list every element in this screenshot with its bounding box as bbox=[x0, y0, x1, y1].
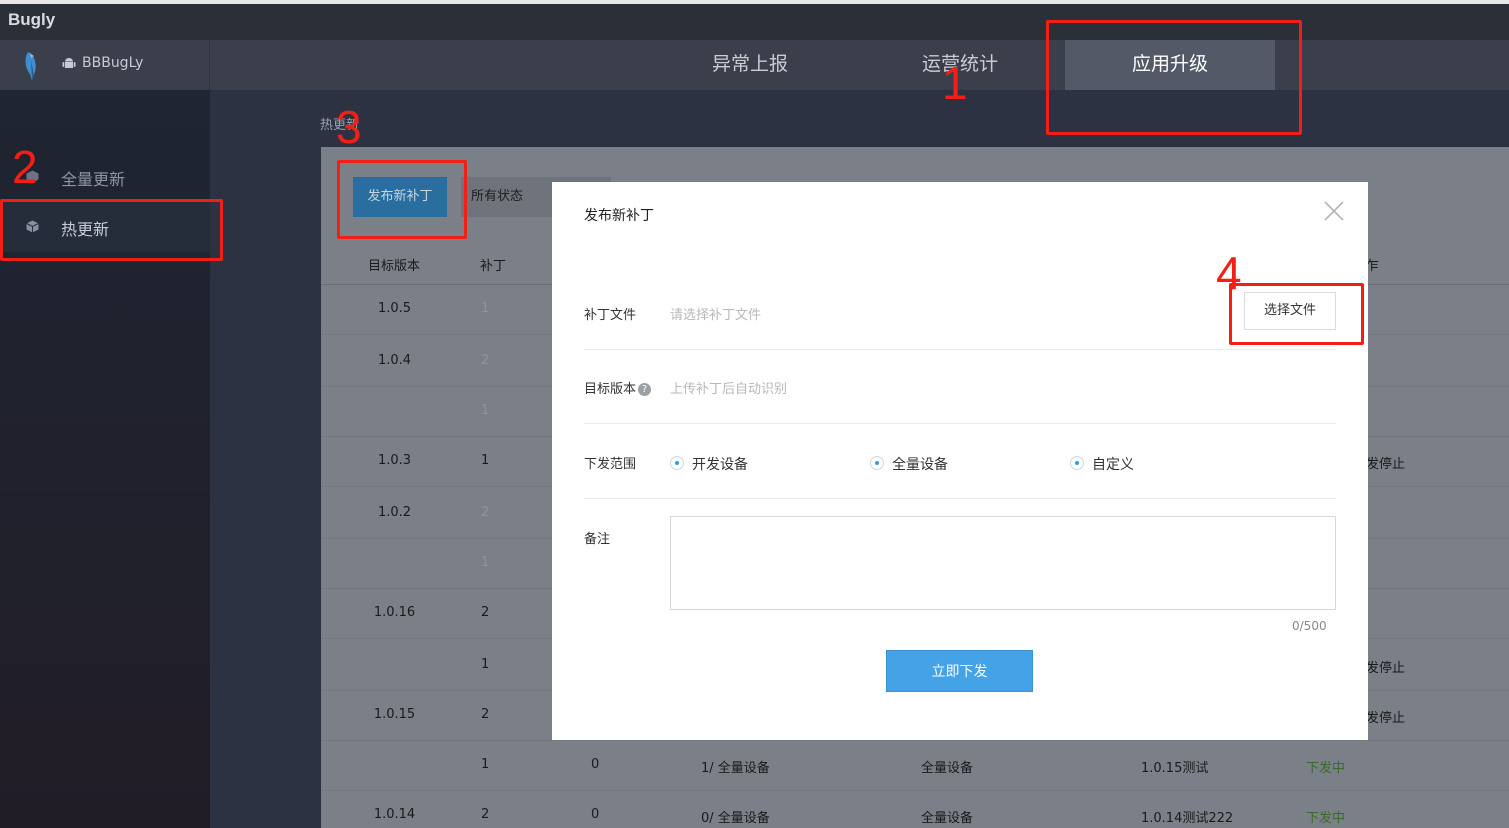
note-textarea[interactable] bbox=[670, 516, 1336, 610]
cell-patch: 1 bbox=[481, 403, 490, 418]
cell-pushed: 1/ 全量设备 bbox=[701, 761, 770, 776]
annotation-box-1 bbox=[1046, 20, 1302, 135]
cell-range: 全量设备 bbox=[921, 811, 974, 826]
cell-target-version: 1.0.14 bbox=[373, 807, 416, 822]
sidebar-item-label: 全量更新 bbox=[61, 170, 126, 189]
cell-patch: 1 bbox=[481, 555, 490, 570]
divider bbox=[584, 349, 1336, 350]
annotation-number-1: 1 bbox=[942, 57, 968, 109]
cell-count: 0 bbox=[591, 757, 600, 772]
cell-count: 0 bbox=[591, 807, 600, 822]
annotation-number-3: 3 bbox=[336, 101, 362, 153]
cell-patch: 2 bbox=[481, 505, 490, 520]
patch-file-placeholder: 请选择补丁文件 bbox=[670, 308, 762, 323]
radio-label: 自定义 bbox=[1092, 457, 1134, 473]
cell-patch: 1 bbox=[481, 757, 490, 772]
publish-patch-dialog: 发布新补丁 补丁文件 请选择补丁文件 选择文件 目标版本? 上传补丁后自动识别 … bbox=[552, 182, 1368, 740]
publish-now-button[interactable]: 立即下发 bbox=[886, 650, 1033, 692]
table-row[interactable]: 1.0.14 2 0 0/ 全量设备 全量设备 1.0.14测试222 下发中 bbox=[321, 791, 1509, 828]
annotation-box-3 bbox=[337, 160, 467, 239]
note-label: 备注 bbox=[584, 532, 611, 547]
cell-target-version: 1.0.5 bbox=[377, 301, 412, 316]
cell-target-version: 1.0.16 bbox=[373, 605, 416, 620]
radio-dot-icon bbox=[1070, 456, 1084, 470]
brand-label: Bugly bbox=[8, 10, 56, 29]
cell-patch: 1 bbox=[481, 453, 490, 468]
cell-patch: 2 bbox=[481, 353, 490, 368]
cell-target-version: 1.0.4 bbox=[377, 353, 412, 368]
annotation-number-2: 2 bbox=[12, 141, 38, 193]
cell-patch: 2 bbox=[481, 605, 490, 620]
cell-range: 全量设备 bbox=[921, 761, 974, 776]
cell-pushed: 0/ 全量设备 bbox=[701, 811, 770, 826]
bugly-bird-icon bbox=[25, 52, 36, 81]
cell-state: 下发中 bbox=[1306, 811, 1346, 826]
close-icon[interactable] bbox=[1322, 199, 1346, 223]
patch-file-label: 补丁文件 bbox=[584, 308, 637, 323]
cell-patch: 2 bbox=[481, 707, 490, 722]
divider bbox=[584, 423, 1336, 424]
annotation-number-4: 4 bbox=[1216, 247, 1242, 299]
app-logo-area[interactable]: BBBugLy bbox=[0, 40, 210, 90]
cell-note: 1.0.15测试 bbox=[1141, 761, 1209, 776]
cell-patch: 1 bbox=[481, 301, 490, 316]
android-icon bbox=[62, 58, 76, 68]
cell-target-version: 1.0.2 bbox=[377, 505, 412, 520]
divider bbox=[584, 498, 1336, 499]
note-char-counter: 0/500 bbox=[1292, 619, 1327, 633]
col-target-version: 目标版本 bbox=[368, 259, 421, 274]
annotation-box-2 bbox=[0, 199, 223, 261]
cell-target-version: 1.0.15 bbox=[373, 707, 416, 722]
cell-state-tail: 发停止 bbox=[1366, 711, 1406, 726]
app-name: BBBugLy bbox=[82, 55, 144, 71]
cell-state-tail: 发停止 bbox=[1366, 661, 1406, 676]
help-icon[interactable]: ? bbox=[638, 383, 652, 396]
cell-target-version: 1.0.3 bbox=[377, 453, 412, 468]
tab-exception-report[interactable]: 异常上报 bbox=[645, 40, 855, 90]
cell-state: 下发中 bbox=[1306, 761, 1346, 776]
cell-state-tail: 发停止 bbox=[1366, 457, 1406, 472]
cell-note: 1.0.14测试222 bbox=[1141, 811, 1234, 826]
radio-dot-icon bbox=[870, 456, 884, 470]
col-patch: 补丁 bbox=[480, 259, 507, 274]
annotation-box-4 bbox=[1229, 283, 1364, 345]
dialog-title: 发布新补丁 bbox=[584, 208, 654, 224]
target-version-text: 目标版本 bbox=[584, 382, 637, 397]
radio-dot-icon bbox=[670, 456, 684, 470]
radio-label: 全量设备 bbox=[892, 457, 948, 473]
table-row[interactable]: 1 0 1/ 全量设备 全量设备 1.0.15测试 下发中 bbox=[321, 741, 1509, 791]
scope-label: 下发范围 bbox=[584, 457, 637, 472]
radio-label: 开发设备 bbox=[692, 457, 748, 473]
target-version-hint: 上传补丁后自动识别 bbox=[670, 382, 788, 397]
target-version-label: 目标版本? bbox=[584, 378, 652, 397]
cell-patch: 2 bbox=[481, 807, 490, 822]
cell-patch: 1 bbox=[481, 657, 490, 672]
